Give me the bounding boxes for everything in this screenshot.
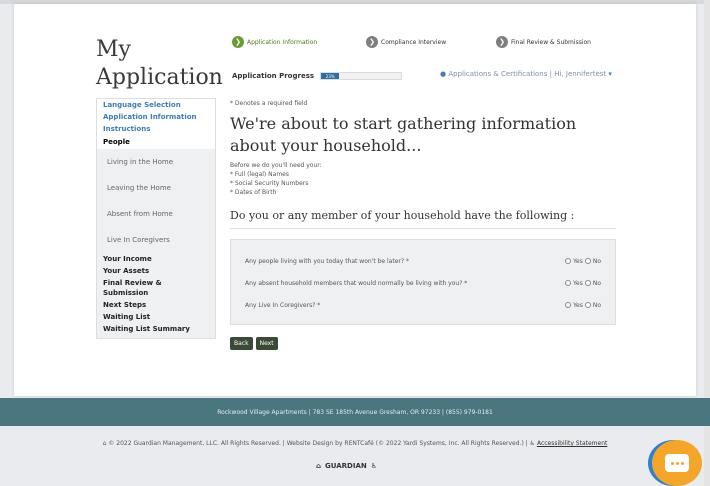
list-item: * Full (legal) Names [230, 171, 290, 178]
accessibility-statement-link[interactable]: Accessibility Statement [537, 440, 607, 447]
sidebar-item-people[interactable]: People [97, 135, 215, 149]
user-greeting[interactable]: Hi, Jennifertest [554, 70, 606, 78]
sidebar-item-absent-from-home[interactable]: Absent from Home [97, 201, 215, 227]
progress-bar: 23% [320, 72, 403, 80]
page-title: My Application [96, 36, 223, 92]
next-button[interactable]: Next [255, 337, 278, 350]
sidebar-item-live-in-coregivers[interactable]: Live In Coregivers [97, 227, 215, 253]
sidebar-item-application-information[interactable]: Application Information [97, 111, 215, 123]
questions-heading: Do you or any member of your household h… [230, 209, 616, 229]
progress-fill: 23% [321, 73, 340, 79]
sidebar-item-your-income[interactable]: Your Income [97, 253, 215, 265]
list-item: * Dates of Birth [230, 189, 277, 196]
main-content: * Denotes a required field We're about t… [230, 100, 616, 350]
footer-address-bar: Rockwood Village Apartments | 783 SE 185… [0, 398, 710, 426]
no-radio[interactable] [584, 302, 591, 308]
chat-bubble-icon [665, 454, 689, 472]
yes-radio[interactable] [565, 302, 572, 308]
questions-panel: Any people living with you today that wo… [230, 239, 616, 325]
back-button[interactable]: Back [230, 337, 253, 350]
sidebar-item-your-assets[interactable]: Your Assets [97, 265, 215, 277]
question-row: Any Live In Coregivers? * Yes No [245, 301, 601, 309]
sidebar-item-waiting-list-summary[interactable]: Waiting List Summary [97, 323, 215, 338]
chevron-right-icon: ❯ [232, 36, 244, 48]
section-heading: We're about to start gathering informati… [230, 114, 577, 155]
sidebar-nav: Language Selection Application Informati… [96, 98, 216, 339]
no-radio[interactable] [584, 280, 591, 286]
sidebar-item-waiting-list[interactable]: Waiting List [97, 311, 215, 323]
circle-icon: ● [440, 70, 447, 78]
no-radio[interactable] [584, 258, 591, 264]
sidebar-item-living-in-home[interactable]: Living in the Home [97, 149, 215, 175]
home-icon: ⌂ [102, 440, 107, 447]
equal-housing-icon: ⌂ [316, 462, 322, 470]
required-note: * Denotes a required field [230, 100, 308, 107]
chevron-right-icon: ❯ [366, 36, 378, 48]
sidebar-item-final-review[interactable]: Final Review & Submission [97, 277, 215, 299]
yes-radio[interactable] [565, 258, 572, 264]
guardian-logo: GUARDIAN [325, 462, 367, 470]
list-item: * Social Security Numbers [230, 180, 309, 187]
accessibility-icon: ♿ [370, 462, 378, 470]
title-line-1: My [96, 37, 131, 62]
user-menu[interactable]: ● Applications & Certifications | Hi, Je… [440, 70, 612, 78]
step-indicator: ❯ Application Information ❯ Compliance I… [232, 36, 622, 52]
application-progress: Application Progress 23% [232, 70, 422, 82]
question-row: Any absent household members that would … [245, 279, 601, 287]
question-row: Any people living with you today that wo… [245, 257, 601, 265]
copyright-line: ⌂ © 2022 Guardian Management, LLC. All R… [102, 440, 608, 447]
sidebar-item-instructions[interactable]: Instructions [97, 123, 215, 135]
requirements-list: Before we do you'll need your: * Full (l… [230, 161, 616, 197]
step-compliance-interview[interactable]: ❯ Compliance Interview [366, 36, 446, 48]
step-final-review[interactable]: ❯ Final Review & Submission [496, 36, 591, 48]
yes-radio[interactable] [565, 280, 572, 286]
applications-link[interactable]: Applications & Certifications [448, 70, 547, 78]
sidebar-item-language-selection[interactable]: Language Selection [97, 99, 215, 111]
sidebar-item-leaving-home[interactable]: Leaving the Home [97, 175, 215, 201]
chat-button[interactable] [652, 440, 702, 486]
chevron-right-icon: ❯ [496, 36, 508, 48]
step-application-information[interactable]: ❯ Application Information [232, 36, 317, 48]
footer-logos: ⌂ GUARDIAN ♿ [316, 462, 377, 470]
sidebar-item-next-steps[interactable]: Next Steps [97, 299, 215, 311]
accessibility-icon: ♿ [529, 440, 536, 447]
caret-down-icon: ▾ [608, 70, 612, 78]
title-line-2: Application [96, 65, 223, 90]
